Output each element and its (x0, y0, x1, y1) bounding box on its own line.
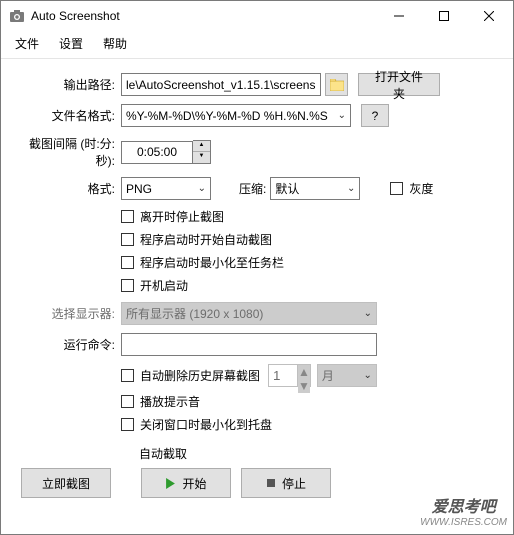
filename-help-button[interactable]: ? (361, 104, 389, 127)
maximize-button[interactable] (421, 2, 466, 31)
minimize-button[interactable] (376, 2, 421, 31)
format-row: 格式: PNG ⌄ 压缩: 默认 ⌄ 灰度 (21, 177, 493, 200)
auto-start-checkbox[interactable] (121, 233, 134, 246)
compression-combo[interactable]: 默认 ⌄ (270, 177, 360, 200)
menu-file[interactable]: 文件 (7, 33, 47, 54)
minimize-tray-checkbox[interactable] (121, 418, 134, 431)
content: 输出路径: 打开文件夹 文件名格式: %Y-%M-%D\%Y-%M-%D %H.… (1, 59, 513, 534)
history-unit-value: 月 (322, 367, 334, 384)
capture-now-button[interactable]: 立即截图 (21, 468, 111, 498)
interval-down-button[interactable]: ▼ (193, 152, 210, 163)
window-title: Auto Screenshot (31, 9, 120, 23)
run-on-boot-label: 开机启动 (140, 277, 188, 294)
monitor-value: 所有显示器 (1920 x 1080) (126, 305, 263, 322)
run-on-boot-row: 开机启动 (121, 277, 493, 294)
close-button[interactable] (466, 2, 511, 31)
minimize-launch-label: 程序启动时最小化至任务栏 (140, 254, 284, 271)
command-input[interactable] (121, 333, 377, 356)
grayscale-label: 灰度 (409, 180, 433, 197)
filename-format-row: 文件名格式: %Y-%M-%D\%Y-%M-%D %H.%N.%S ⌄ ? (21, 104, 493, 127)
watermark: 爱思考吧 WWW.ISRES.COM (420, 499, 507, 528)
interval-up-button[interactable]: ▲ (193, 141, 210, 152)
open-folder-button[interactable]: 打开文件夹 (358, 73, 440, 96)
auto-start-row: 程序启动时开始自动截图 (121, 231, 493, 248)
interval-spinner[interactable]: ▲ ▼ (121, 140, 211, 164)
history-count-input (268, 364, 298, 387)
stop-on-leave-label: 离开时停止截图 (140, 208, 224, 225)
minimize-launch-row: 程序启动时最小化至任务栏 (121, 254, 493, 271)
auto-delete-label: 自动删除历史屏幕截图 (140, 367, 260, 384)
output-path-label: 输出路径: (21, 76, 121, 93)
start-button[interactable]: 开始 (141, 468, 231, 498)
monitor-combo: 所有显示器 (1920 x 1080) ⌄ (121, 302, 377, 325)
play-sound-checkbox[interactable] (121, 395, 134, 408)
format-value: PNG (126, 182, 152, 196)
minimize-tray-row: 关闭窗口时最小化到托盘 (121, 416, 493, 433)
stop-icon (266, 478, 276, 488)
play-icon (165, 478, 176, 489)
auto-delete-checkbox[interactable] (121, 369, 134, 382)
browse-folder-button[interactable] (325, 73, 348, 96)
play-sound-label: 播放提示音 (140, 393, 200, 410)
filename-format-value: %Y-%M-%D\%Y-%M-%D %H.%N.%S (126, 109, 328, 123)
stop-button[interactable]: 停止 (241, 468, 331, 498)
format-combo[interactable]: PNG ⌄ (121, 177, 211, 200)
chevron-down-icon: ⌄ (198, 183, 206, 194)
history-up-button: ▲ (298, 365, 310, 379)
command-row: 运行命令: (21, 333, 493, 356)
window: Auto Screenshot 文件 设置 帮助 输出路径: (0, 0, 514, 535)
auto-capture-label: 自动截取 (139, 445, 493, 462)
format-label: 格式: (21, 180, 121, 197)
monitor-row: 选择显示器: 所有显示器 (1920 x 1080) ⌄ (21, 302, 493, 325)
menu-help[interactable]: 帮助 (95, 33, 135, 54)
titlebar: Auto Screenshot (1, 1, 513, 31)
chevron-down-icon: ⌄ (338, 110, 346, 121)
bottom-row: 立即截图 开始 停止 (21, 468, 493, 498)
minimize-launch-checkbox[interactable] (121, 256, 134, 269)
compression-label: 压缩: (239, 180, 266, 197)
stop-on-leave-row: 离开时停止截图 (121, 208, 493, 225)
filename-format-combo[interactable]: %Y-%M-%D\%Y-%M-%D %H.%N.%S ⌄ (121, 104, 351, 127)
chevron-down-icon: ⌄ (347, 183, 355, 194)
history-down-button: ▼ (298, 379, 310, 393)
play-sound-row: 播放提示音 (121, 393, 493, 410)
camera-icon (9, 8, 25, 24)
history-unit-combo: 月 ⌄ (317, 364, 377, 387)
grayscale-checkbox[interactable] (390, 182, 403, 195)
stop-on-leave-checkbox[interactable] (121, 210, 134, 223)
auto-start-label: 程序启动时开始自动截图 (140, 231, 272, 248)
command-label: 运行命令: (21, 336, 121, 353)
interval-label: 截图间隔 (时:分:秒): (21, 135, 121, 169)
output-path-row: 输出路径: 打开文件夹 (21, 73, 493, 96)
monitor-label: 选择显示器: (21, 305, 121, 322)
chevron-down-icon: ⌄ (364, 370, 372, 381)
history-count-spinner: ▲ ▼ (268, 364, 311, 387)
menubar: 文件 设置 帮助 (1, 31, 513, 59)
minimize-tray-label: 关闭窗口时最小化到托盘 (140, 416, 272, 433)
watermark-line2: WWW.ISRES.COM (420, 517, 507, 528)
menu-settings[interactable]: 设置 (51, 33, 91, 54)
interval-input[interactable] (121, 141, 193, 164)
compression-value: 默认 (275, 180, 299, 197)
watermark-line1: 爱思考吧 (420, 499, 507, 517)
output-path-input[interactable] (121, 73, 321, 96)
run-on-boot-checkbox[interactable] (121, 279, 134, 292)
chevron-down-icon: ⌄ (364, 308, 372, 319)
interval-row: 截图间隔 (时:分:秒): ▲ ▼ (21, 135, 493, 169)
filename-format-label: 文件名格式: (21, 107, 121, 124)
auto-delete-row: 自动删除历史屏幕截图 ▲ ▼ 月 ⌄ (121, 364, 493, 387)
